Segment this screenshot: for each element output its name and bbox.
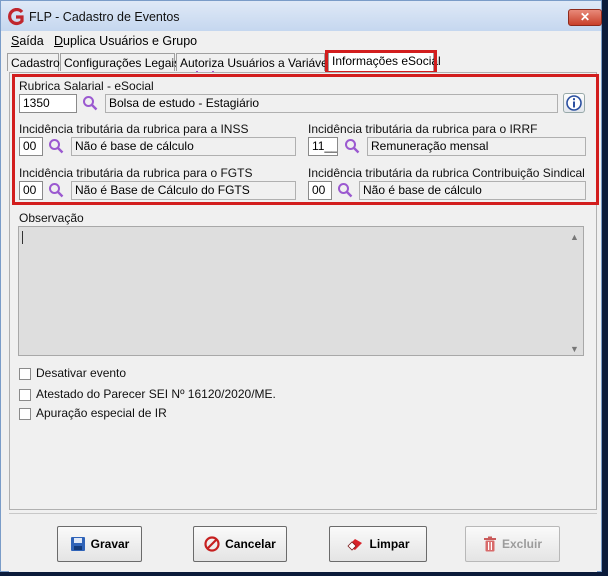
rubrica-desc-field: Bolsa de estudo - Estagiário	[105, 94, 558, 113]
limpar-button[interactable]: Limpar	[329, 526, 427, 562]
limpar-label: Limpar	[369, 537, 410, 551]
desativar-evento-label: Desativar evento	[36, 366, 127, 380]
tab-cadastro-label: Cadastro	[11, 56, 60, 70]
irrf-desc-field: Remuneração mensal	[367, 137, 586, 156]
tab-autoriza-usuarios[interactable]: Autoriza Usuários a Variáveis	[176, 53, 337, 71]
gravar-button[interactable]: Gravar	[57, 526, 142, 562]
trash-icon	[483, 536, 496, 552]
irrf-search-icon[interactable]	[344, 138, 360, 154]
atestado-parecer-checkbox[interactable]	[19, 389, 31, 401]
tab-highlight-box	[325, 50, 437, 74]
main-window: FLP - Cadastro de Eventos ✕ Saída Duplic…	[0, 0, 602, 572]
tab-cadastro[interactable]: Cadastro	[7, 53, 60, 71]
rubrica-code-input[interactable]: 1350	[19, 94, 77, 113]
observacao-label: Observação	[19, 211, 84, 225]
gravar-label: Gravar	[90, 537, 130, 551]
text-cursor	[22, 231, 23, 244]
menu-accelerator: S	[11, 34, 20, 48]
inss-code-input[interactable]: 00	[19, 137, 43, 156]
apuracao-ir-checkbox[interactable]	[19, 408, 31, 420]
window-title: FLP - Cadastro de Eventos	[29, 10, 180, 24]
rubrica-label: Rubrica Salarial - eSocial	[19, 79, 154, 93]
sindical-desc-field: Não é base de cálculo	[359, 181, 586, 200]
menu-saida[interactable]: Saída	[11, 34, 44, 48]
inss-desc-field: Não é base de cálculo	[71, 137, 296, 156]
save-icon	[70, 537, 85, 551]
fgts-label: Incidência tributária da rubrica para o …	[19, 166, 253, 180]
info-icon	[566, 95, 582, 111]
atestado-parecer-label: Atestado do Parecer SEI Nº 16120/2020/ME…	[36, 387, 276, 401]
close-button[interactable]: ✕	[568, 9, 602, 26]
inss-search-icon[interactable]	[48, 138, 64, 154]
tab-configuracoes-label: Configurações Legais	[64, 56, 181, 70]
scroll-down-arrow[interactable]: ▼	[570, 344, 579, 354]
fgts-search-icon[interactable]	[48, 182, 64, 198]
menu-accelerator: D	[54, 34, 64, 48]
menu-bar: Saída Duplica Usuários e Grupo	[1, 31, 601, 78]
menu-saida-label: Saída	[11, 34, 44, 48]
observacao-textarea[interactable]	[18, 226, 584, 356]
inss-label: Incidência tributária da rubrica para a …	[19, 122, 249, 136]
tab-configuracoes-legais[interactable]: Configurações Legais	[60, 53, 180, 71]
sindical-code-input[interactable]: 00	[308, 181, 332, 200]
scroll-up-arrow[interactable]: ▲	[570, 232, 579, 242]
sindical-label: Incidência tributária da rubrica Contrib…	[308, 166, 585, 180]
eraser-icon	[347, 539, 363, 551]
info-button[interactable]	[563, 93, 585, 113]
fgts-desc-field: Não é Base de Cálculo do FGTS	[71, 181, 296, 200]
sindical-search-icon[interactable]	[337, 182, 353, 198]
excluir-button[interactable]: Excluir	[465, 526, 560, 562]
irrf-code-input[interactable]: 11__	[308, 137, 338, 156]
menu-duplica-usuarios[interactable]: Duplica Usuários e Grupo	[54, 34, 197, 48]
rubrica-search-icon[interactable]	[82, 95, 98, 111]
fgts-code-input[interactable]: 00	[19, 181, 43, 200]
title-bar: FLP - Cadastro de Eventos ✕	[1, 1, 602, 32]
irrf-label: Incidência tributária da rubrica para o …	[308, 122, 538, 136]
desativar-evento-checkbox[interactable]	[19, 368, 31, 380]
cancelar-button[interactable]: Cancelar	[193, 526, 287, 562]
app-logo-icon	[8, 8, 24, 26]
apuracao-ir-label: Apuração especial de IR	[36, 406, 167, 420]
cancelar-label: Cancelar	[225, 537, 276, 551]
excluir-label: Excluir	[501, 537, 543, 551]
menu-duplica-label: Duplica Usuários e Grupo	[54, 34, 198, 48]
cancel-icon	[204, 536, 220, 552]
tab-autoriza-label: Autoriza Usuários a Variáveis	[180, 56, 337, 70]
